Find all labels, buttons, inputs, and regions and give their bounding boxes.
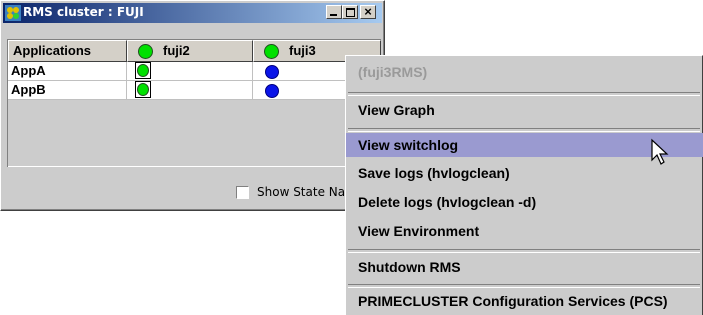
menu-item-node-name: (fuji3RMS): [358, 64, 428, 80]
show-state-names-label[interactable]: Show State Na: [257, 185, 345, 199]
applications-table: Applications fuji2 fuji3 AppA AppB: [7, 39, 381, 167]
column-header-fuji2[interactable]: fuji2: [127, 40, 253, 62]
cluster-app-icon: [5, 5, 21, 21]
menu-separator: [348, 249, 700, 253]
mouse-pointer-icon: [651, 138, 669, 165]
window-titlebar[interactable]: RMS cluster : FUJI: [3, 3, 382, 23]
menu-item-view-environment[interactable]: View Environment: [346, 219, 703, 243]
offline-state-icon[interactable]: [265, 65, 279, 79]
maximize-button[interactable]: [342, 5, 358, 19]
menu-item-view-graph[interactable]: View Graph: [346, 98, 703, 122]
offline-state-icon[interactable]: [265, 84, 279, 98]
show-state-names-checkbox[interactable]: [236, 186, 249, 199]
column-header-applications[interactable]: Applications: [8, 40, 127, 62]
app-name-cell[interactable]: AppB: [8, 81, 127, 99]
table-divider: [8, 166, 381, 167]
close-button[interactable]: [360, 5, 376, 19]
app-name-cell[interactable]: AppA: [8, 62, 127, 80]
minimize-button[interactable]: [326, 5, 342, 19]
window-title: RMS cluster : FUJI: [23, 5, 144, 19]
online-state-icon[interactable]: [135, 62, 151, 79]
menu-separator: [348, 284, 700, 288]
menu-separator: [348, 92, 700, 96]
online-green-dot-icon: [264, 44, 279, 59]
state-cell-fuji2[interactable]: [127, 62, 253, 80]
online-green-dot-icon: [138, 44, 153, 59]
column-header-label: Applications: [13, 43, 92, 58]
state-cell-fuji2[interactable]: [127, 81, 253, 99]
column-header-label: fuji2: [163, 43, 190, 58]
node-context-menu: (fuji3RMS) View Graph View switchlog Sav…: [345, 55, 703, 315]
table-row[interactable]: AppB: [8, 81, 381, 100]
table-row[interactable]: AppA: [8, 62, 381, 81]
menu-item-pcs[interactable]: PRIMECLUSTER Configuration Services (PCS…: [346, 289, 703, 313]
column-header-label: fuji3: [289, 43, 316, 58]
menu-separator: [348, 128, 700, 132]
menu-item-shutdown-rms[interactable]: Shutdown RMS: [346, 255, 703, 279]
menu-item-delete-logs[interactable]: Delete logs (hvlogclean -d): [346, 190, 703, 214]
rms-cluster-window: RMS cluster : FUJI Applications fuji2 fu…: [0, 0, 385, 211]
online-state-icon[interactable]: [135, 81, 151, 98]
